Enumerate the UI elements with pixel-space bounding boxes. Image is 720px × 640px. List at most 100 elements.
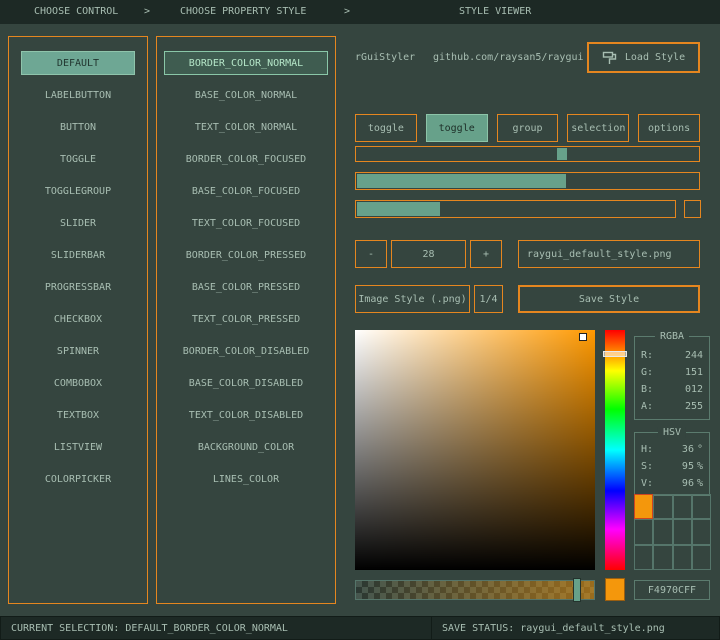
controls-list-panel: DEFAULT LABELBUTTON BUTTON TOGGLE TOGGLE… xyxy=(8,36,148,604)
demo-slider[interactable] xyxy=(355,146,700,162)
palette-swatch-selected[interactable] xyxy=(634,494,653,519)
property-item-text-color-pressed[interactable]: TEXT_COLOR_PRESSED xyxy=(157,303,335,335)
palette-swatch[interactable] xyxy=(673,494,692,519)
palette-swatch[interactable] xyxy=(673,545,692,570)
hsv-s-unit: % xyxy=(697,461,703,472)
control-item-textbox[interactable]: TEXTBOX xyxy=(9,399,147,431)
control-item-sliderbar[interactable]: SLIDERBAR xyxy=(9,239,147,271)
toggle-button-0[interactable]: toggle xyxy=(355,114,417,142)
style-filename-input[interactable]: raygui_default_style.png xyxy=(518,240,700,268)
load-style-button[interactable]: Load Style xyxy=(587,42,700,73)
color-palette-grid xyxy=(634,494,711,570)
control-item-listview[interactable]: LISTVIEW xyxy=(9,431,147,463)
palette-swatch[interactable] xyxy=(653,494,672,519)
ratio-toggle[interactable]: 1/4 xyxy=(474,285,503,313)
control-item-toggle[interactable]: TOGGLE xyxy=(9,143,147,175)
header-style-viewer: STYLE VIEWER xyxy=(459,0,531,24)
hsv-h-value: 36 xyxy=(682,444,694,455)
property-item-base-color-disabled[interactable]: BASE_COLOR_DISABLED xyxy=(157,367,335,399)
color-picker-cursor[interactable] xyxy=(579,333,587,341)
property-item-border-color-focused[interactable]: BORDER_COLOR_FOCUSED xyxy=(157,143,335,175)
alpha-slider[interactable] xyxy=(355,580,595,600)
hex-value-box[interactable]: F4970CFF xyxy=(634,580,710,600)
hsv-row-v: V: 96 % xyxy=(635,475,709,492)
rgba-row-g: G: 151 xyxy=(635,364,709,381)
palette-swatch[interactable] xyxy=(692,545,711,570)
property-item-base-color-focused[interactable]: BASE_COLOR_FOCUSED xyxy=(157,175,335,207)
palette-swatch[interactable] xyxy=(673,519,692,544)
palette-swatch[interactable] xyxy=(653,519,672,544)
control-item-checkbox[interactable]: CHECKBOX xyxy=(9,303,147,335)
control-item-colorpicker[interactable]: COLORPICKER xyxy=(9,463,147,495)
property-item-base-color-pressed[interactable]: BASE_COLOR_PRESSED xyxy=(157,271,335,303)
spinner-minus-button[interactable]: - xyxy=(355,240,387,268)
hsv-group: HSV H: 36 ° S: 95 % V: 96 % xyxy=(634,432,710,496)
toggle-button-2[interactable]: group xyxy=(497,114,559,142)
hue-slider-handle[interactable] xyxy=(603,351,627,357)
hsv-row-h: H: 36 ° xyxy=(635,441,709,458)
rgba-row-a: A: 255 xyxy=(635,398,709,415)
toggle-button-4[interactable]: options xyxy=(638,114,700,142)
hsv-row-s: S: 95 % xyxy=(635,458,709,475)
rgba-g-value: 151 xyxy=(685,367,703,378)
rgba-group: RGBA R: 244 G: 151 B: 012 A: 255 xyxy=(634,336,710,420)
toggle-button-1[interactable]: toggle xyxy=(426,114,488,142)
rgba-b-value: 012 xyxy=(685,384,703,395)
demo-checkbox[interactable] xyxy=(684,200,701,218)
palette-swatch[interactable] xyxy=(653,545,672,570)
image-style-button[interactable]: Image Style (.png) xyxy=(355,285,470,313)
spinner-value-box[interactable]: 28 xyxy=(391,240,466,268)
palette-swatch[interactable] xyxy=(692,519,711,544)
property-item-text-color-focused[interactable]: TEXT_COLOR_FOCUSED xyxy=(157,207,335,239)
control-item-default[interactable]: DEFAULT xyxy=(21,51,135,75)
property-item-background-color[interactable]: BACKGROUND_COLOR xyxy=(157,431,335,463)
palette-swatch[interactable] xyxy=(634,519,653,544)
rgba-a-value: 255 xyxy=(685,401,703,412)
status-current-selection: CURRENT SELECTION: DEFAULT_BORDER_COLOR_… xyxy=(0,616,432,640)
load-style-label: Load Style xyxy=(625,52,685,63)
toggle-button-3[interactable]: selection xyxy=(567,114,629,142)
property-item-base-color-normal[interactable]: BASE_COLOR_NORMAL xyxy=(157,79,335,111)
current-color-swatch xyxy=(605,578,625,601)
rgba-r-label: R: xyxy=(641,350,653,361)
property-item-border-color-normal[interactable]: BORDER_COLOR_NORMAL xyxy=(164,51,328,75)
chevron-right-icon: > xyxy=(144,0,150,24)
control-item-labelbutton[interactable]: LABELBUTTON xyxy=(9,79,147,111)
hsv-v-value: 96 xyxy=(682,478,694,489)
demo-progressbar xyxy=(355,172,700,190)
status-save-status: SAVE STATUS: raygui_default_style.png xyxy=(432,616,720,640)
control-item-spinner[interactable]: SPINNER xyxy=(9,335,147,367)
paint-roller-icon xyxy=(602,50,618,66)
control-item-progressbar[interactable]: PROGRESSBAR xyxy=(9,271,147,303)
toggle-group: toggle toggle group selection options xyxy=(355,114,700,142)
rgba-a-label: A: xyxy=(641,401,653,412)
repo-link[interactable]: github.com/raysan5/raygui xyxy=(433,52,584,63)
rgba-row-b: B: 012 xyxy=(635,381,709,398)
control-item-combobox[interactable]: COMBOBOX xyxy=(9,367,147,399)
property-item-text-color-disabled[interactable]: TEXT_COLOR_DISABLED xyxy=(157,399,335,431)
value-bar-fill xyxy=(357,202,440,216)
property-item-border-color-pressed[interactable]: BORDER_COLOR_PRESSED xyxy=(157,239,335,271)
hue-slider[interactable] xyxy=(605,330,625,570)
palette-swatch[interactable] xyxy=(692,494,711,519)
property-item-border-color-disabled[interactable]: BORDER_COLOR_DISABLED xyxy=(157,335,335,367)
alpha-slider-handle[interactable] xyxy=(573,578,581,602)
properties-list-panel: BORDER_COLOR_NORMAL BASE_COLOR_NORMAL TE… xyxy=(156,36,336,604)
header-bar: CHOOSE CONTROL > CHOOSE PROPERTY STYLE >… xyxy=(0,0,720,24)
color-picker-panel[interactable] xyxy=(355,330,595,570)
property-item-lines-color[interactable]: LINES_COLOR xyxy=(157,463,335,495)
demo-slider-bar[interactable] xyxy=(355,200,676,218)
slider-handle[interactable] xyxy=(557,148,567,160)
hsv-group-title: HSV xyxy=(658,427,686,438)
save-style-button[interactable]: Save Style xyxy=(518,285,700,313)
hsv-h-label: H: xyxy=(641,444,653,455)
control-item-slider[interactable]: SLIDER xyxy=(9,207,147,239)
alpha-gradient xyxy=(356,581,594,599)
spinner-plus-button[interactable]: + xyxy=(470,240,502,268)
control-item-button[interactable]: BUTTON xyxy=(9,111,147,143)
control-item-togglegroup[interactable]: TOGGLEGROUP xyxy=(9,175,147,207)
palette-swatch[interactable] xyxy=(634,545,653,570)
header-choose-control: CHOOSE CONTROL xyxy=(34,0,118,24)
property-item-text-color-normal[interactable]: TEXT_COLOR_NORMAL xyxy=(157,111,335,143)
hsv-v-unit: % xyxy=(697,478,703,489)
